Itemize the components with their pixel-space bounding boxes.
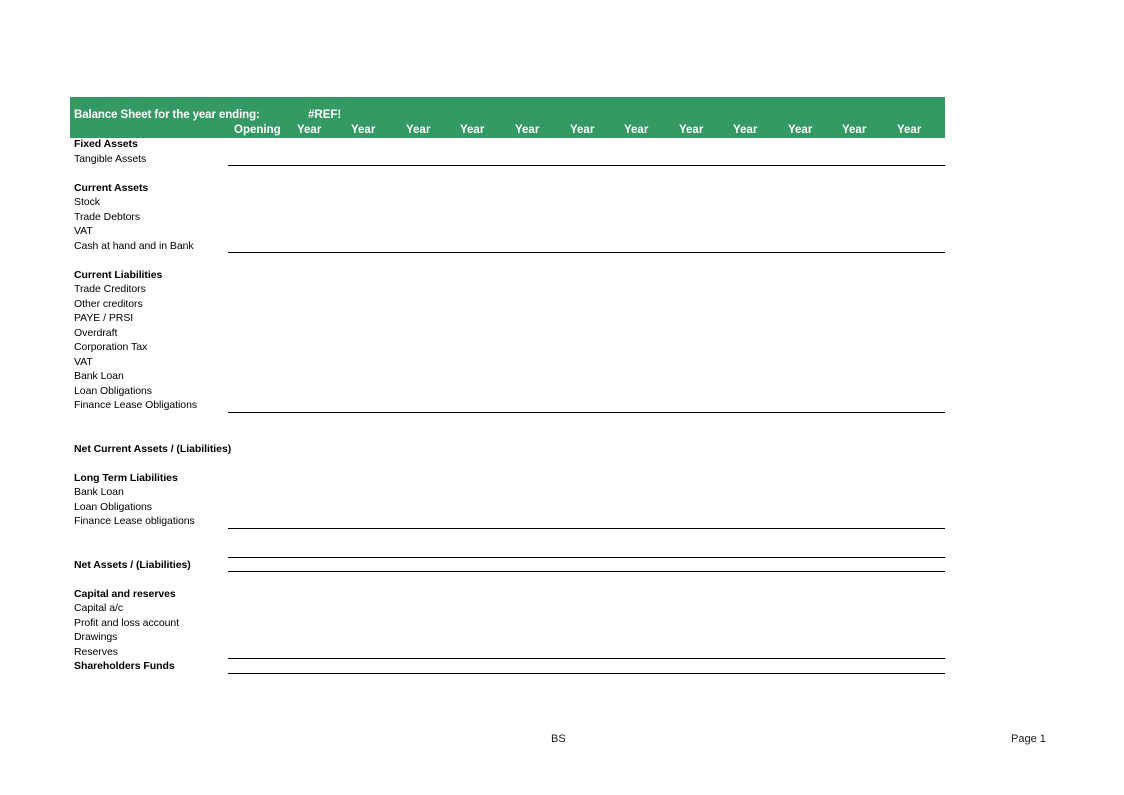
table-row[interactable]: Bank Loan [70, 486, 945, 501]
row-label: Current Assets [74, 181, 149, 194]
row-label: Stock [74, 196, 101, 208]
row-label: Shareholders Funds [74, 660, 175, 672]
table-row[interactable]: Cash at hand and in Bank [70, 240, 945, 255]
column-header-2[interactable]: Year [351, 124, 375, 136]
row-label: Profit and loss account [74, 616, 180, 629]
row-label: Tangible Assets [74, 152, 147, 165]
row-label: Finance Lease obligations [74, 515, 195, 527]
table-row[interactable] [70, 414, 945, 429]
year-ending-ref-value: #REF! [308, 109, 342, 121]
table-row[interactable] [70, 428, 945, 443]
column-header-10[interactable]: Year [788, 124, 812, 136]
row-label: Loan Obligations [74, 500, 153, 513]
row-label: Bank Loan [74, 486, 124, 498]
table-row[interactable] [70, 457, 945, 472]
footer-sheet-name: BS [551, 733, 566, 745]
row-label: Trade Debtors [74, 210, 141, 223]
row-label: PAYE / PRSI [74, 312, 134, 324]
column-header-6[interactable]: Year [570, 124, 594, 136]
column-header-8[interactable]: Year [679, 124, 703, 136]
table-row[interactable]: Tangible Assets [70, 153, 945, 168]
table-row[interactable] [70, 530, 945, 545]
row-label: VAT [74, 355, 93, 368]
footer-page-number: Page 1 [1011, 733, 1046, 745]
sheet-title: Balance Sheet for the year ending: [74, 109, 260, 121]
balance-sheet-table: Balance Sheet for the year ending: #REF!… [70, 97, 945, 698]
table-row[interactable]: Trade Debtors [70, 211, 945, 226]
table-row[interactable] [70, 544, 945, 559]
column-header-4[interactable]: Year [460, 124, 484, 136]
table-row[interactable]: Trade Creditors [70, 283, 945, 298]
row-label: Finance Lease Obligations [74, 399, 198, 411]
table-row[interactable]: VAT [70, 225, 945, 240]
table-row[interactable] [70, 573, 945, 588]
table-row[interactable] [70, 254, 945, 269]
row-label: Capital a/c [74, 602, 124, 614]
total-rule [228, 672, 945, 674]
row-label: Loan Obligations [74, 384, 153, 397]
row-label: Net Current Assets / (Liabilities) [74, 442, 232, 455]
row-label: Long Term Liabilities [74, 471, 178, 484]
row-label: Fixed Assets [74, 138, 138, 150]
table-row[interactable]: Current Liabilities [70, 269, 945, 284]
table-row[interactable]: Finance Lease Obligations [70, 399, 945, 414]
table-row[interactable]: Reserves [70, 646, 945, 661]
table-row[interactable]: Loan Obligations [70, 385, 945, 400]
table-row[interactable]: Overdraft [70, 327, 945, 342]
row-label: VAT [74, 225, 93, 237]
row-label: Corporation Tax [74, 341, 148, 353]
row-label: Overdraft [74, 326, 118, 339]
table-row[interactable]: Stock [70, 196, 945, 211]
table-row[interactable]: Net Current Assets / (Liabilities) [70, 443, 945, 458]
total-rule [228, 658, 945, 659]
table-row[interactable]: Corporation Tax [70, 341, 945, 356]
row-label: Drawings [74, 631, 118, 643]
column-header-3[interactable]: Year [406, 124, 430, 136]
table-row[interactable] [70, 167, 945, 182]
column-header-5[interactable]: Year [515, 124, 539, 136]
column-header-7[interactable]: Year [624, 124, 648, 136]
table-row[interactable]: Long Term Liabilities [70, 472, 945, 487]
total-rule [228, 527, 945, 529]
row-label: Bank Loan [74, 370, 124, 382]
total-rule [228, 556, 945, 558]
row-label: Capital and reserves [74, 587, 176, 600]
sheet-header-band: Balance Sheet for the year ending: #REF!… [70, 97, 945, 138]
total-rule [228, 252, 945, 253]
column-header-1[interactable]: Year [297, 124, 321, 136]
row-label: Net Assets / (Liabilities) [74, 558, 191, 571]
table-row[interactable]: Current Assets [70, 182, 945, 197]
row-label: Reserves [74, 645, 118, 658]
column-header-row: Opening Year Year Year Year Year Year Year Year Y… [70, 124, 945, 138]
column-header-12[interactable]: Year [897, 124, 921, 136]
table-row[interactable]: Net Assets / (Liabilities) [70, 559, 945, 574]
sheet-rows: Fixed Assets Tangible Assets Current Asset… [70, 138, 945, 698]
table-row[interactable]: Fixed Assets [70, 138, 945, 153]
table-row[interactable]: Other creditors [70, 298, 945, 313]
total-rule [228, 165, 945, 166]
total-rule [228, 571, 945, 572]
column-header-0[interactable]: Opening [234, 124, 281, 136]
table-row[interactable]: Profit and loss account [70, 617, 945, 632]
row-label: Other creditors [74, 297, 143, 310]
table-row[interactable]: VAT [70, 356, 945, 371]
row-label: Trade Creditors [74, 283, 146, 295]
table-row[interactable]: Drawings [70, 631, 945, 646]
table-row[interactable]: Capital and reserves [70, 588, 945, 603]
column-header-9[interactable]: Year [733, 124, 757, 136]
table-row[interactable]: PAYE / PRSI [70, 312, 945, 327]
table-row[interactable]: Shareholders Funds [70, 660, 945, 675]
total-rule [228, 411, 945, 413]
column-header-11[interactable]: Year [842, 124, 866, 136]
row-label: Cash at hand and in Bank [74, 239, 194, 252]
table-row[interactable]: Finance Lease obligations [70, 515, 945, 530]
table-row[interactable]: Capital a/c [70, 602, 945, 617]
table-row[interactable]: Loan Obligations [70, 501, 945, 516]
table-row[interactable]: Bank Loan [70, 370, 945, 385]
row-label: Current Liabilities [74, 268, 163, 281]
